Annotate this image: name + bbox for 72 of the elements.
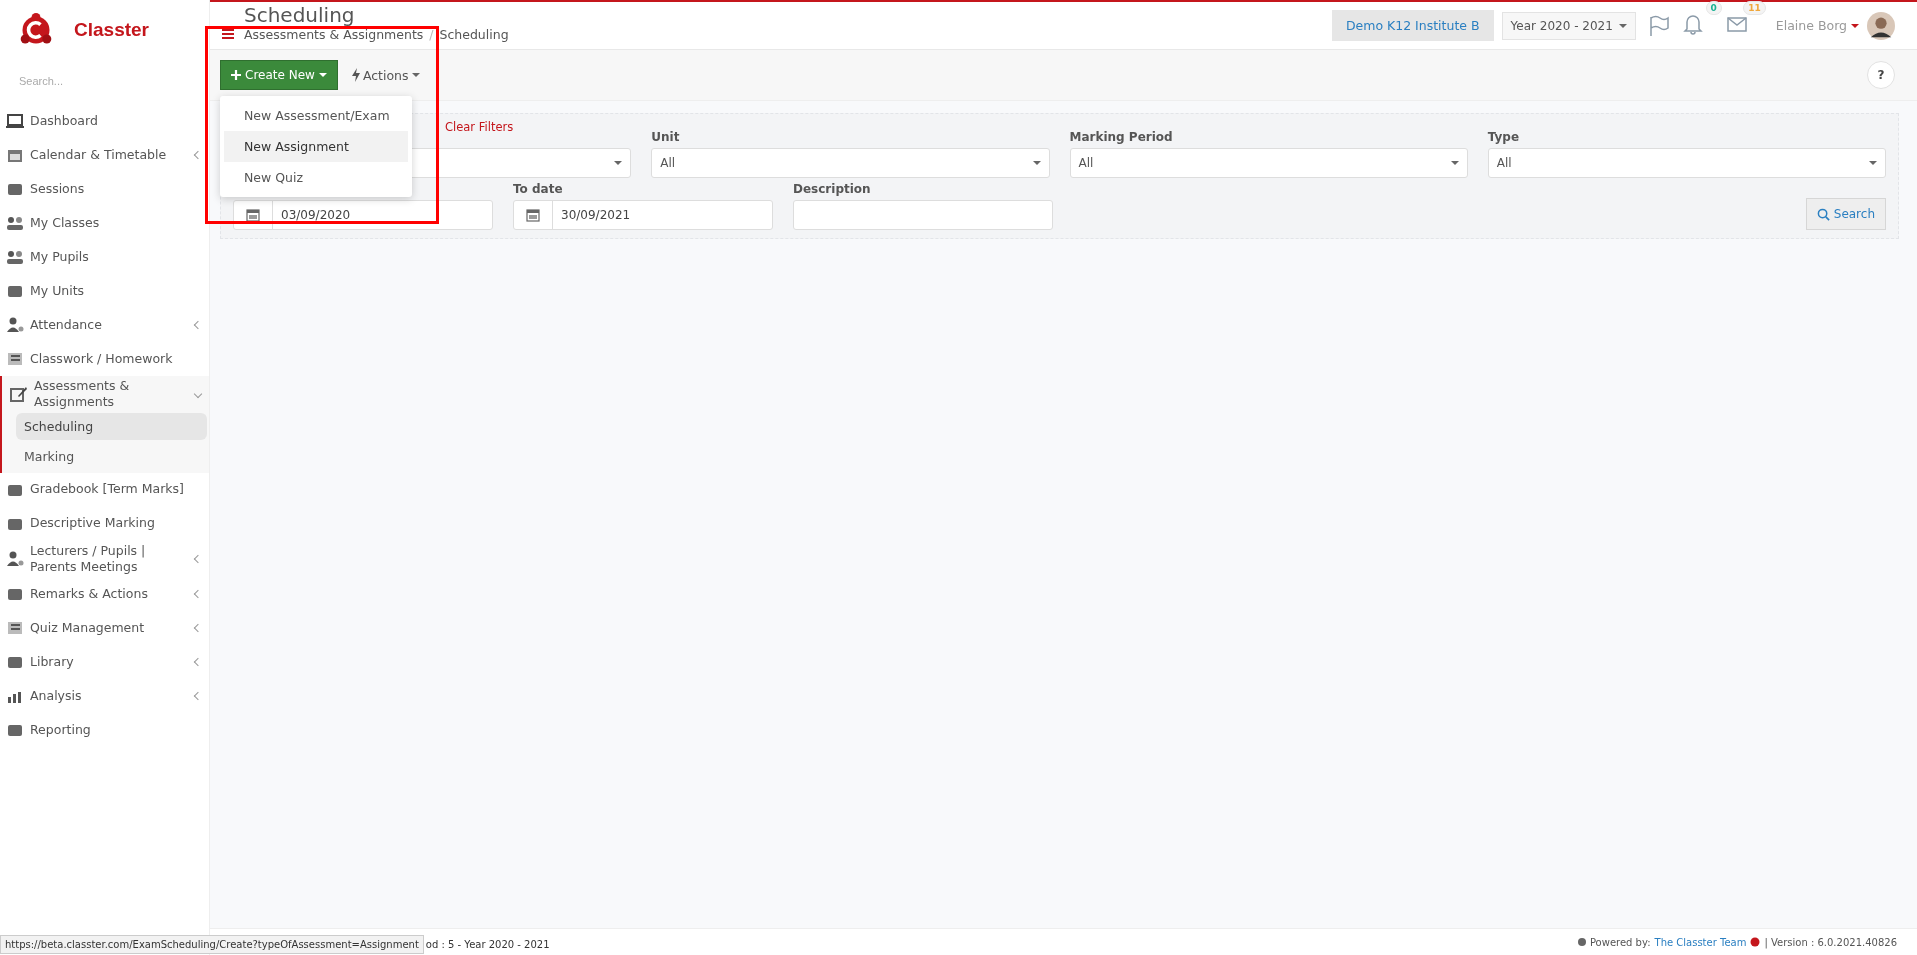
user-clock-icon: [6, 550, 24, 567]
avatar-icon[interactable]: [1867, 11, 1895, 40]
message-badge: 11: [1743, 0, 1766, 15]
sidebar-item[interactable]: Analysis: [0, 679, 209, 713]
sidebar-item[interactable]: Library: [0, 645, 209, 679]
menu-item[interactable]: New Assignment: [224, 131, 408, 162]
plus-icon: [231, 70, 241, 80]
edit-icon: [10, 386, 28, 403]
version-text: | Version : 6.0.2021.40826: [1764, 936, 1897, 948]
actions-button[interactable]: Actions: [345, 66, 426, 84]
breadcrumb-item[interactable]: Scheduling: [439, 27, 509, 42]
calendar-icon: [246, 208, 260, 222]
sidebar-item[interactable]: My Units: [0, 274, 209, 308]
period-text: od : 5 - Year 2020 - 2021: [425, 938, 550, 950]
user-icon: [6, 317, 24, 333]
sidebar-item[interactable]: Dashboard: [0, 104, 209, 138]
sidebar-item[interactable]: Sessions: [0, 172, 209, 206]
sidebar-item[interactable]: My Pupils: [0, 240, 209, 274]
sidebar-item[interactable]: Gradebook [Term Marks]: [0, 472, 209, 507]
group-icon: [6, 215, 24, 231]
caret-icon: [1851, 23, 1859, 28]
field-label: Type: [1487, 130, 1520, 144]
bell-icon[interactable]: [1681, 12, 1704, 35]
breadcrumb-item[interactable]: Assessments & Assignments: [244, 27, 424, 42]
select-field[interactable]: All: [651, 148, 1050, 178]
sidebar-item[interactable]: My Classes: [0, 206, 209, 240]
app-name: Classter: [74, 19, 149, 41]
lightning-icon: [351, 68, 360, 82]
sidebar-item[interactable]: Calendar & Timetable: [0, 138, 209, 172]
field-label: Description: [793, 182, 871, 196]
sidebar-item[interactable]: Classwork / Homework: [0, 342, 209, 376]
year-select[interactable]: Year 2020 - 2021: [1501, 11, 1636, 40]
calendar-icon: [526, 208, 540, 222]
date-field[interactable]: 03/09/2020: [233, 200, 493, 230]
sidebar-item[interactable]: Quiz Management: [0, 611, 209, 645]
date-field[interactable]: 30/09/2021: [513, 200, 773, 230]
sidebar-item[interactable]: Remarks & Actions: [0, 577, 209, 611]
laptop-icon: [6, 113, 24, 129]
sidebar-item[interactable]: Reporting: [0, 713, 209, 747]
flag-icon[interactable]: [1647, 14, 1670, 37]
field-label: Marking Period: [1069, 130, 1173, 144]
menu-icon[interactable]: [222, 28, 234, 39]
search-icon: [1816, 207, 1830, 221]
page-title: Scheduling: [244, 3, 356, 27]
list-icon: [6, 620, 24, 636]
notification-badge: 0: [1705, 0, 1722, 15]
select-field[interactable]: All: [1069, 148, 1468, 178]
help-button[interactable]: ?: [1867, 61, 1895, 89]
create-new-button[interactable]: Create New: [220, 60, 338, 90]
submenu-item[interactable]: Marking: [16, 442, 207, 470]
sidebar-item[interactable]: Attendance: [0, 308, 209, 342]
field-label: To date: [513, 182, 563, 196]
search-button[interactable]: Search: [1805, 198, 1886, 230]
institute-button[interactable]: Demo K12 Institute B: [1331, 10, 1494, 41]
sidebar-item[interactable]: Assessments & Assignments: [2, 376, 209, 413]
select-field[interactable]: All: [1487, 148, 1886, 178]
menu-item[interactable]: New Assessment/Exam: [224, 100, 408, 131]
powered-by-label: Powered by:: [1589, 936, 1651, 948]
breadcrumb-separator: /: [429, 27, 434, 42]
clear-filters-link[interactable]: Clear Filters: [445, 120, 514, 134]
submenu-item[interactable]: Scheduling: [16, 412, 207, 440]
copyright-icon: [1577, 938, 1586, 946]
sidebar-item[interactable]: Lecturers / Pupils | Parents Meetings: [0, 540, 209, 577]
powered-by-link[interactable]: The Classter Team: [1654, 936, 1747, 948]
menu-item[interactable]: New Quiz: [224, 162, 408, 193]
sidebar-item[interactable]: Descriptive Marking: [0, 506, 209, 541]
logo-icon: [1750, 937, 1761, 947]
users-icon: [6, 249, 24, 265]
checklist-icon: [6, 351, 24, 367]
calendar-icon: [6, 147, 24, 163]
text-field[interactable]: [793, 200, 1053, 230]
field-label: Unit: [651, 130, 680, 144]
